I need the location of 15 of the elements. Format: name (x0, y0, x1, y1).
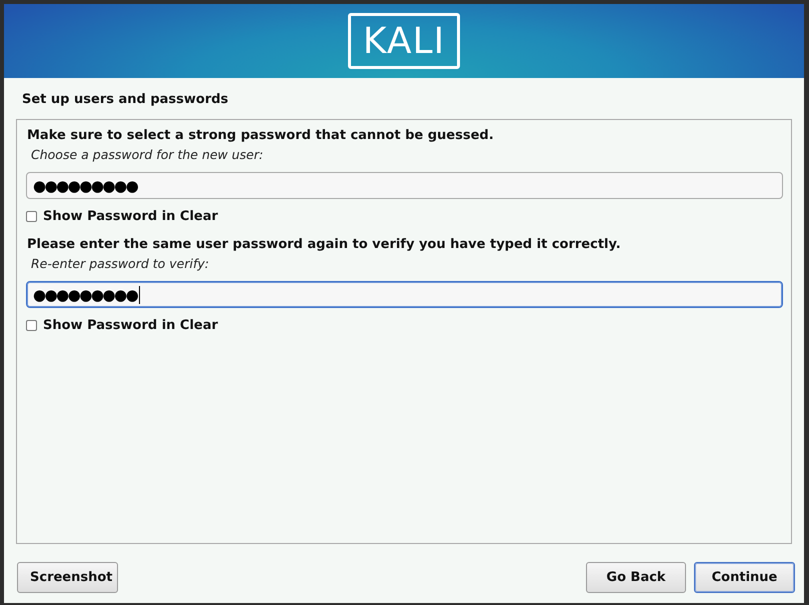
checkbox-label[interactable]: Show Password in Clear (43, 209, 218, 224)
dialog-button[interactable]: Go Back (586, 562, 686, 593)
field-label: Choose a password for the new user: (31, 147, 264, 162)
instruction-text: Make sure to select a strong password that cannot be guessed. (27, 128, 495, 143)
field-label: Re-enter password to verify: (31, 256, 210, 271)
password-field[interactable]: ●●●●●●●●● (26, 281, 783, 308)
checkbox-label[interactable]: Show Password in Clear (43, 318, 218, 333)
password-field[interactable]: ●●●●●●●●● (26, 172, 783, 199)
logo: KALI (348, 13, 460, 69)
instruction-text: Please enter the same user password again to verify you have typed it correctly. (27, 237, 622, 252)
checkbox[interactable] (26, 320, 37, 331)
dialog-button[interactable]: Continue (694, 562, 795, 593)
dialog-button[interactable]: Screenshot (17, 562, 118, 593)
checkbox[interactable] (26, 211, 37, 222)
page-title: Set up users and passwords (21, 91, 230, 109)
